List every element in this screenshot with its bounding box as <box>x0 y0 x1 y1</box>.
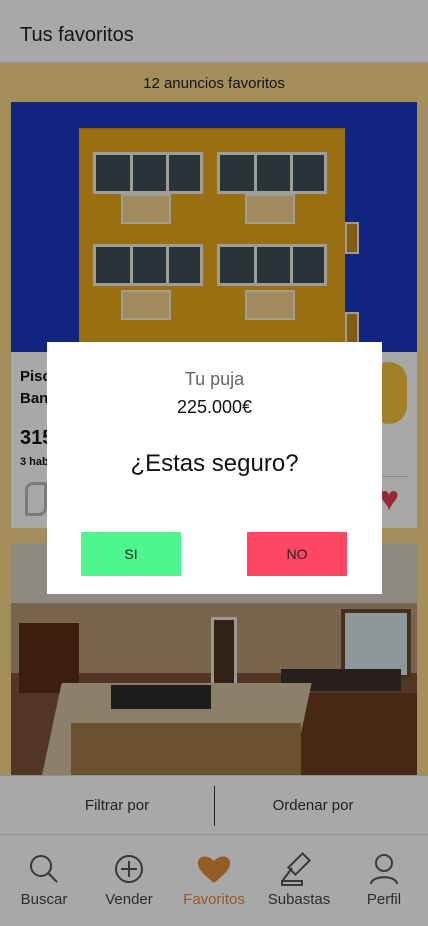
dialog-title: Tu puja <box>184 369 245 389</box>
confirm-bid-dialog: Tu puja 225.000€ ¿Estas seguro? SI NO <box>47 342 382 594</box>
confirm-yes-button[interactable]: SI <box>81 532 181 576</box>
bid-amount: 225.000€ <box>176 397 253 417</box>
confirm-no-button[interactable]: NO <box>247 532 347 576</box>
dialog-question: ¿Estas seguro? <box>130 450 299 477</box>
